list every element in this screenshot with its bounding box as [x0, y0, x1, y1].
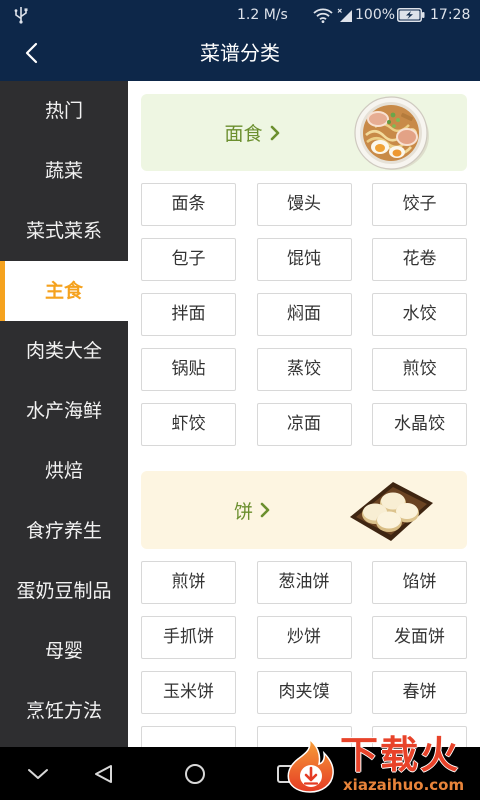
subcategory-button[interactable]: 炒饼 — [256, 616, 352, 659]
subcategory-button[interactable]: 葱油饼 — [256, 561, 352, 604]
chevron-right-icon — [270, 125, 279, 140]
section-banner-pancakes[interactable]: 饼 — [141, 471, 467, 549]
subcategory-button[interactable]: 水饺 — [372, 293, 467, 336]
sidebar-item-mother-baby[interactable]: 母婴 — [0, 621, 128, 681]
sidebar-item-cooking-methods[interactable]: 烹饪方法 — [0, 681, 128, 741]
subcategory-button[interactable]: 发面饼 — [372, 616, 467, 659]
subcategory-button[interactable]: 焖面 — [256, 293, 352, 336]
back-arrow-icon — [25, 42, 38, 64]
collapse-chevron-icon — [28, 768, 48, 779]
sidebar-item-meat[interactable]: 肉类大全 — [0, 321, 128, 381]
collapse-nav-button[interactable] — [16, 747, 60, 800]
sidebar-item-vegetables[interactable]: 蔬菜 — [0, 141, 128, 201]
subcategory-button[interactable]: 锅贴 — [141, 348, 236, 391]
sidebar-item-baking[interactable]: 烘焙 — [0, 441, 128, 501]
subcategory-button[interactable]: 煎饼 — [141, 561, 236, 604]
watermark: 下载火 xiazaihuo.com — [282, 734, 478, 796]
wifi-icon — [312, 0, 334, 30]
subcategory-button[interactable]: 花卷 — [372, 238, 467, 281]
flame-download-logo-icon — [287, 737, 334, 793]
subcategory-button[interactable]: 蒸饺 — [256, 348, 352, 391]
sidebar-item-diet-therapy[interactable]: 食疗养生 — [0, 501, 128, 561]
watermark-site: xiazaihuo.com — [343, 776, 465, 794]
subcategory-button[interactable]: 煎饺 — [372, 348, 467, 391]
subcategory-button[interactable]: 包子 — [141, 238, 236, 281]
subcategory-panel: 面食 面条 馒头 饺子 包子 馄饨 花卷 拌面 焖面 水饺 锅贴 蒸饺 煎饺 虾… — [128, 81, 480, 747]
subcategory-button[interactable]: 水晶饺 — [372, 403, 467, 446]
subcategory-button[interactable]: 饺子 — [372, 183, 467, 226]
subcategory-button[interactable]: 肉夹馍 — [256, 671, 352, 714]
subcategory-button[interactable]: 馄饨 — [256, 238, 352, 281]
sidebar-item-seafood[interactable]: 水产海鲜 — [0, 381, 128, 441]
subcategory-button[interactable]: 玉米饼 — [141, 671, 236, 714]
app-header: 菜谱分类 — [0, 30, 480, 81]
subcategory-button[interactable]: 春饼 — [372, 671, 467, 714]
page-title: 菜谱分类 — [200, 41, 280, 65]
section-title: 饼 — [141, 471, 363, 549]
sidebar-item-egg-dairy-soy[interactable]: 蛋奶豆制品 — [0, 561, 128, 621]
status-bar: 1.2 M/s 100% 17:28 — [0, 0, 480, 30]
subcategory-button[interactable]: 馒头 — [256, 183, 352, 226]
section-title-label: 面食 — [224, 123, 263, 145]
subcategory-button[interactable]: 手抓饼 — [141, 616, 236, 659]
battery-charging-icon — [397, 0, 425, 30]
clock-time: 17:28 — [430, 7, 471, 23]
system-home-button[interactable] — [173, 747, 217, 800]
watermark-brand: 下载火 — [340, 733, 461, 777]
subcategory-button[interactable]: 虾饺 — [141, 403, 236, 446]
subcategory-grid-pancakes: 煎饼 葱油饼 馅饼 手抓饼 炒饼 发面饼 玉米饼 肉夹馍 春饼 — [141, 561, 467, 747]
sidebar-item-cuisines[interactable]: 菜式菜系 — [0, 201, 128, 261]
subcategory-button[interactable]: 拌面 — [141, 293, 236, 336]
back-button[interactable] — [16, 38, 46, 68]
usb-icon — [14, 0, 28, 30]
sidebar-item-staple-food[interactable]: 主食 — [0, 261, 128, 321]
subcategory-button[interactable]: 面条 — [141, 183, 236, 226]
subcategory-button[interactable]: 馅饼 — [372, 561, 467, 604]
buns-plate-image — [350, 482, 433, 541]
ramen-bowl-image — [354, 96, 429, 170]
section-title: 面食 — [141, 94, 363, 171]
subcategory-button[interactable]: 凉面 — [256, 403, 352, 446]
category-sidebar: 热门 蔬菜 菜式菜系 主食 肉类大全 水产海鲜 烘焙 食疗养生 蛋奶豆制品 母婴… — [0, 81, 128, 747]
network-speed: 1.2 M/s — [237, 7, 288, 23]
back-triangle-icon — [95, 764, 112, 783]
chevron-right-icon — [260, 502, 270, 518]
section-title-label: 饼 — [233, 500, 253, 523]
system-back-button[interactable] — [82, 747, 126, 800]
subcategory-button-partial[interactable] — [141, 726, 236, 747]
signal-icon — [337, 0, 353, 30]
section-banner-noodles[interactable]: 面食 — [141, 94, 467, 171]
sidebar-item-hot[interactable]: 热门 — [0, 81, 128, 141]
subcategory-grid-noodles: 面条 馒头 饺子 包子 馄饨 花卷 拌面 焖面 水饺 锅贴 蒸饺 煎饺 虾饺 凉… — [141, 183, 467, 446]
battery-percent: 100% — [355, 7, 396, 23]
home-circle-icon — [185, 763, 205, 784]
